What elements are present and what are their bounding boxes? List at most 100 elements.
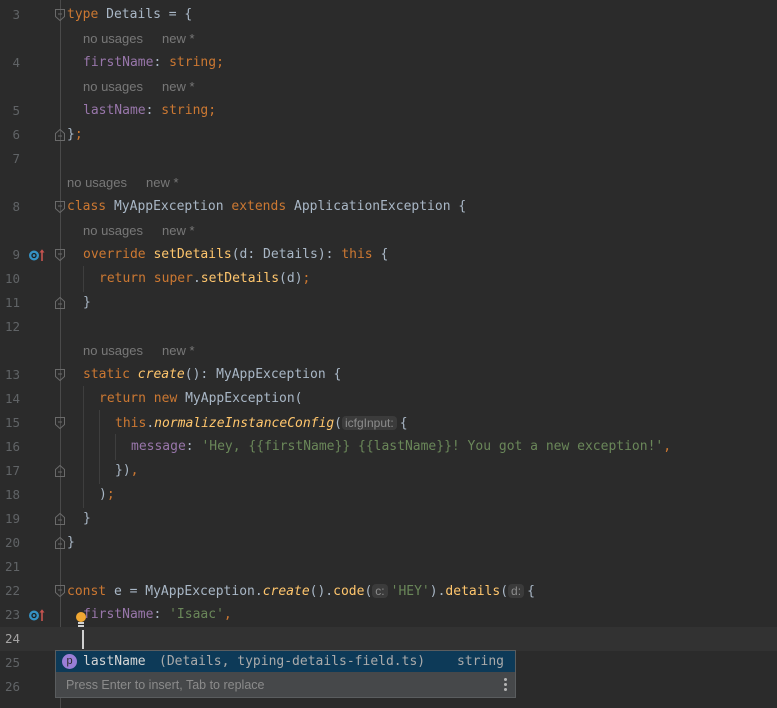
line-number: 22: [4, 583, 20, 598]
code-text: firstName: string;: [83, 55, 224, 70]
line-number: 25: [4, 655, 20, 670]
code-line: 17 }),: [0, 459, 777, 483]
code-text: lastName: string;: [83, 103, 217, 118]
line-number: 4: [12, 55, 20, 70]
line-number: 8: [12, 199, 20, 214]
code-line: 18 );: [0, 483, 777, 507]
fold-end-icon[interactable]: [55, 513, 65, 525]
code-text: }: [67, 535, 75, 550]
fold-icon[interactable]: [55, 369, 65, 381]
fold-icon[interactable]: [55, 417, 65, 429]
more-options-icon[interactable]: [504, 678, 507, 692]
line-number: 12: [4, 319, 20, 334]
code-line: 4 firstName: string;: [0, 51, 777, 75]
usages-hint[interactable]: no usages: [83, 339, 143, 363]
code-text: }: [83, 511, 91, 526]
implements-property-icon[interactable]: [29, 608, 45, 622]
new-hint[interactable]: new *: [162, 27, 195, 51]
code-line: 13 static create(): MyAppException {: [0, 363, 777, 387]
line-number: 24: [4, 631, 20, 646]
new-hint[interactable]: new *: [162, 75, 195, 99]
usages-hint[interactable]: no usages: [83, 75, 143, 99]
code-text: };: [67, 127, 83, 142]
fold-end-icon[interactable]: [55, 465, 65, 477]
completion-location: (Details, typing-details-field.ts): [159, 654, 426, 669]
line-number: 11: [4, 295, 20, 310]
code-line: 11 }: [0, 291, 777, 315]
code-text: firstName: 'Isaac',: [83, 607, 232, 622]
code-line: 10 return super.setDetails(d);: [0, 267, 777, 291]
usages-hint[interactable]: no usages: [83, 27, 143, 51]
new-hint[interactable]: new *: [146, 171, 179, 195]
code-text: return super.setDetails(d);: [99, 271, 311, 286]
code-text: );: [99, 487, 115, 502]
code-line: 21: [0, 555, 777, 579]
code-editor[interactable]: 3 type Details = { no usages new * 4 fir…: [0, 0, 777, 708]
code-line: 20 }: [0, 531, 777, 555]
line-number: 13: [4, 367, 20, 382]
code-text: override setDetails(d: Details): this {: [83, 247, 389, 262]
fold-end-icon[interactable]: [55, 297, 65, 309]
code-text: }),: [115, 463, 139, 478]
lightbulb-icon[interactable]: [76, 612, 86, 622]
fold-icon[interactable]: [55, 201, 65, 213]
completion-footer-hint: Press Enter to insert, Tab to replace: [66, 678, 265, 692]
line-number: 6: [12, 127, 20, 142]
text-caret: [82, 630, 84, 649]
line-number: 16: [4, 439, 20, 454]
line-number: 20: [4, 535, 20, 550]
parameter-hint: d:: [508, 584, 525, 598]
code-line: 8 class MyAppException extends Applicati…: [0, 195, 777, 219]
usages-hint[interactable]: no usages: [67, 171, 127, 195]
code-text: }: [83, 295, 91, 310]
code-line-current: 24: [0, 627, 777, 651]
line-number: 15: [4, 415, 20, 430]
new-hint[interactable]: new *: [162, 339, 195, 363]
parameter-hint: icfgInput:: [341, 416, 397, 430]
new-hint[interactable]: new *: [162, 219, 195, 243]
line-number: 23: [4, 607, 20, 622]
fold-end-icon[interactable]: [55, 537, 65, 549]
usage-hint: no usages new *: [0, 27, 777, 51]
overrides-method-icon[interactable]: [29, 248, 45, 262]
code-line: 19 }: [0, 507, 777, 531]
code-line: 3 type Details = {: [0, 3, 777, 27]
code-line: 14 return new MyAppException(: [0, 387, 777, 411]
code-line: 9 override setDetails(d: Details): this …: [0, 243, 777, 267]
completion-type: string: [457, 654, 504, 669]
completion-item-selected[interactable]: p lastName (Details, typing-details-fiel…: [56, 651, 515, 672]
usage-hint: no usages new *: [0, 171, 777, 195]
code-text: static create(): MyAppException {: [83, 367, 342, 382]
usage-hint: no usages new *: [0, 75, 777, 99]
code-line: 23 firstName: 'Isaac',: [0, 603, 777, 627]
parameter-hint: c:: [372, 584, 388, 598]
line-number: 7: [12, 151, 20, 166]
usage-hint: no usages new *: [0, 339, 777, 363]
fold-icon[interactable]: [55, 249, 65, 261]
fold-icon[interactable]: [55, 9, 65, 21]
code-line: 16 message: 'Hey, {{firstName}} {{lastNa…: [0, 435, 777, 459]
line-number: 10: [4, 271, 20, 286]
line-number: 18: [4, 487, 20, 502]
code-line: 22 const e = MyAppException.create().cod…: [0, 579, 777, 603]
code-text: const e = MyAppException.create().code(c…: [67, 584, 535, 599]
completion-popup[interactable]: p lastName (Details, typing-details-fiel…: [55, 650, 516, 698]
line-number: 19: [4, 511, 20, 526]
code-text: type Details = {: [67, 7, 193, 22]
code-line: 15 this.normalizeInstanceConfig(icfgInpu…: [0, 411, 777, 435]
line-number: 26: [4, 679, 20, 694]
line-number: 3: [12, 7, 20, 22]
property-icon: p: [62, 654, 77, 669]
code-line: 6 };: [0, 123, 777, 147]
line-number: 17: [4, 463, 20, 478]
code-text: message: 'Hey, {{firstName}} {{lastName}…: [131, 439, 672, 454]
code-line: 5 lastName: string;: [0, 99, 777, 123]
usages-hint[interactable]: no usages: [83, 219, 143, 243]
fold-end-icon[interactable]: [55, 129, 65, 141]
fold-icon[interactable]: [55, 585, 65, 597]
code-text: this.normalizeInstanceConfig(icfgInput:{: [115, 416, 408, 431]
line-number: 9: [12, 247, 20, 262]
line-number: 14: [4, 391, 20, 406]
line-number: 5: [12, 103, 20, 118]
line-number: 21: [4, 559, 20, 574]
